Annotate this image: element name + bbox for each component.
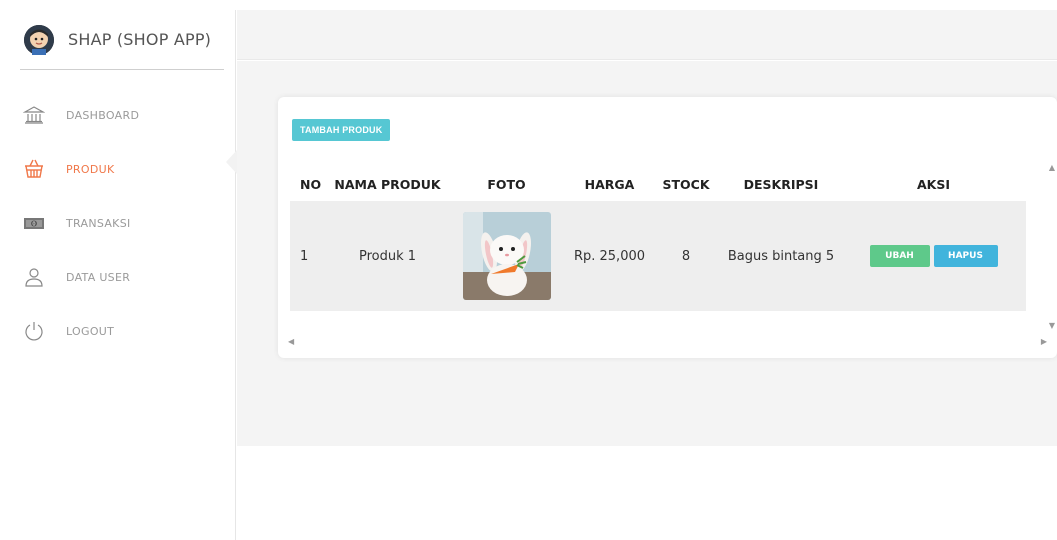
header-nama-produk: NAMA PRODUK bbox=[334, 176, 441, 192]
action-buttons: UBAH HAPUS bbox=[841, 245, 1026, 267]
avatar-logo-icon bbox=[24, 24, 54, 55]
sidebar-item-label: DASHBOARD bbox=[66, 108, 140, 122]
sidebar-item-produk[interactable]: PRODUK bbox=[20, 142, 230, 196]
product-card: TAMBAH PRODUK ▲ NO NAMA PRODUK FOTO HARG… bbox=[278, 97, 1057, 358]
sidebar-item-label: LOGOUT bbox=[66, 324, 115, 338]
cell-nama: Produk 1 bbox=[358, 248, 417, 264]
ubah-button[interactable]: UBAH bbox=[869, 245, 930, 267]
product-table: NO NAMA PRODUK FOTO HARGA STOCK DESKRIPS… bbox=[290, 167, 1026, 311]
sidebar-item-data-user[interactable]: DATA USER bbox=[20, 250, 230, 304]
header-harga: HARGA bbox=[584, 176, 635, 192]
sidebar-item-label: DATA USER bbox=[66, 270, 131, 284]
sidebar-nav: DASHBOARD PRODUK 0 TRANSAKSI DATA USER L… bbox=[20, 88, 230, 358]
top-bar bbox=[237, 10, 1057, 60]
sidebar: SHAP (SHOP APP) DASHBOARD PRODUK 0 TRANS… bbox=[0, 10, 236, 540]
cell-deskripsi: Bagus bintang 5 bbox=[727, 248, 835, 264]
scroll-right-icon[interactable]: ▶ bbox=[1041, 337, 1047, 346]
scroll-left-icon[interactable]: ◀ bbox=[288, 337, 294, 346]
header-aksi: AKSI bbox=[916, 176, 950, 192]
header-foto: FOTO bbox=[487, 176, 526, 192]
cell-no: 1 bbox=[300, 248, 309, 264]
tambah-produk-button[interactable]: TAMBAH PRODUK bbox=[292, 119, 391, 141]
basket-icon bbox=[20, 155, 48, 183]
page: SHAP (SHOP APP) DASHBOARD PRODUK 0 TRANS… bbox=[0, 0, 1057, 540]
brand-title: SHAP (SHOP APP) bbox=[68, 30, 212, 49]
cell-foto bbox=[445, 201, 568, 311]
user-icon bbox=[20, 263, 48, 291]
table-header-row: NO NAMA PRODUK FOTO HARGA STOCK DESKRIPS… bbox=[290, 167, 1026, 201]
sidebar-item-label: TRANSAKSI bbox=[66, 216, 131, 230]
scroll-down-icon[interactable]: ▼ bbox=[1049, 321, 1055, 330]
header-stock: STOCK bbox=[662, 176, 710, 192]
hapus-button[interactable]: HAPUS bbox=[933, 245, 998, 267]
scroll-up-icon[interactable]: ▲ bbox=[1049, 163, 1055, 172]
active-indicator bbox=[226, 150, 237, 174]
money-icon: 0 bbox=[20, 209, 48, 237]
header-deskripsi: DESKRIPSI bbox=[743, 176, 819, 192]
horizontal-scrollbar[interactable]: ◀ ▶ bbox=[284, 335, 1051, 347]
cell-aksi: UBAH HAPUS bbox=[841, 201, 1026, 311]
sidebar-item-label: PRODUK bbox=[66, 162, 115, 176]
cell-stock: 8 bbox=[681, 248, 691, 264]
sidebar-item-transaksi[interactable]: 0 TRANSAKSI bbox=[20, 196, 230, 250]
product-photo bbox=[462, 212, 551, 300]
power-icon bbox=[20, 317, 48, 345]
sidebar-item-logout[interactable]: LOGOUT bbox=[20, 304, 230, 358]
bank-icon bbox=[20, 101, 48, 129]
table-row: 1 Produk 1 Rp. 25,000 8 Bagus bintang 5 … bbox=[290, 201, 1026, 311]
header-no: NO bbox=[300, 176, 322, 192]
sidebar-item-dashboard[interactable]: DASHBOARD bbox=[20, 88, 230, 142]
svg-text:0: 0 bbox=[32, 222, 35, 228]
brand[interactable]: SHAP (SHOP APP) bbox=[20, 10, 224, 70]
cell-harga: Rp. 25,000 bbox=[573, 248, 646, 264]
